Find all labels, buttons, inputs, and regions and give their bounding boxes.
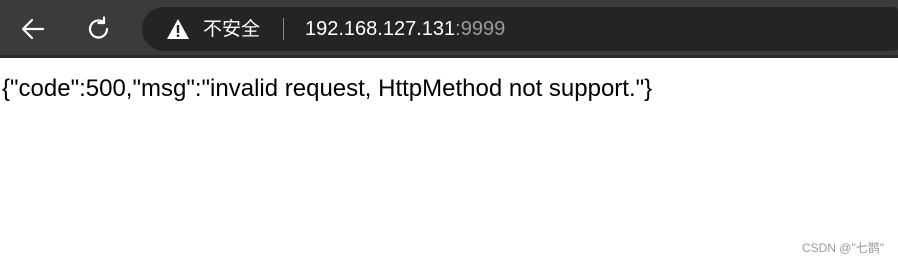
address-bar[interactable]: 不安全 192.168.127.131:9999	[142, 7, 898, 51]
response-body-text: {"code":500,"msg":"invalid request, Http…	[2, 75, 653, 102]
watermark: CSDN @"七鹊"	[801, 241, 884, 255]
security-status-label[interactable]: 不安全	[203, 17, 260, 41]
reload-icon	[88, 16, 109, 39]
url-port: :9999	[455, 18, 506, 40]
back-button[interactable]	[16, 12, 50, 46]
warning-triangle-icon[interactable]	[166, 18, 190, 40]
url-host: 192.168.127.131	[305, 18, 456, 40]
reload-button[interactable]	[82, 12, 116, 46]
url-text[interactable]: 192.168.127.131:9999	[305, 17, 505, 41]
browser-toolbar: 不安全 192.168.127.131:9999	[0, 0, 898, 58]
back-arrow-icon	[21, 18, 45, 40]
address-bar-divider	[283, 18, 284, 40]
